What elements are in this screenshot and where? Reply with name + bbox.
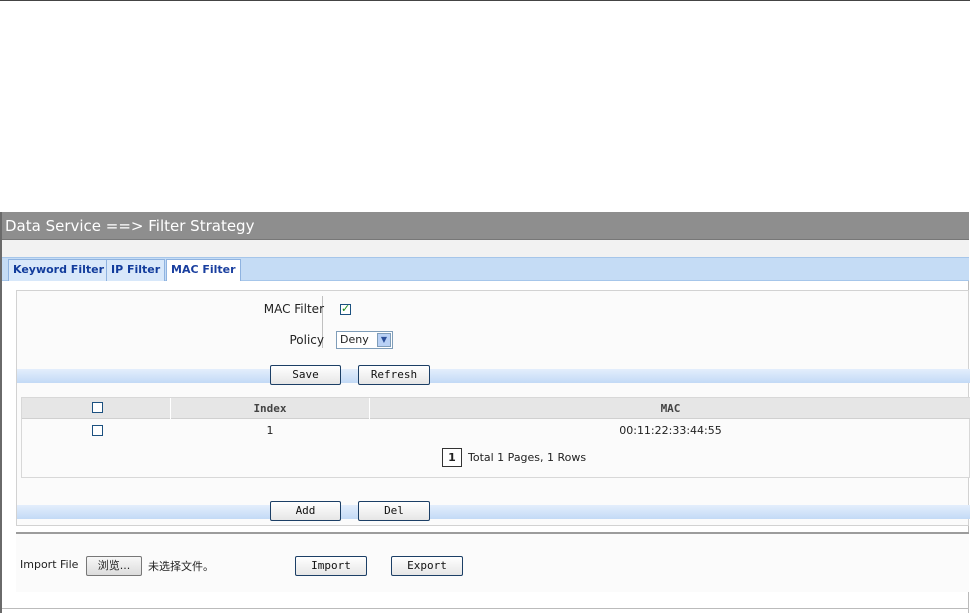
pager-summary: Total 1 Pages, 1 Rows xyxy=(468,451,587,464)
refresh-button[interactable]: Refresh xyxy=(358,365,430,385)
export-button[interactable]: Export xyxy=(391,556,463,576)
row-checkbox[interactable] xyxy=(92,425,103,436)
browse-button[interactable]: 浏览... xyxy=(86,556,142,576)
mac-filter-panel: MAC Filter Policy Deny ▼ Save Refresh In… xyxy=(16,290,970,526)
save-button[interactable]: Save xyxy=(270,365,341,385)
policy-select[interactable]: Deny ▼ xyxy=(336,331,393,349)
table-header: Index MAC xyxy=(22,398,970,419)
column-header-mac[interactable]: MAC xyxy=(370,398,970,419)
mac-filter-label: MAC Filter xyxy=(263,302,324,316)
mac-filter-checkbox[interactable] xyxy=(340,302,351,315)
import-button[interactable]: Import xyxy=(295,556,367,576)
pager-current-page[interactable]: 1 xyxy=(442,448,462,467)
mac-table: Index MAC 1 00:11:22:33:44:55 1 Total 1 … xyxy=(21,397,970,478)
page-title: Data Service ==> Filter Strategy xyxy=(2,212,969,240)
select-all-checkbox[interactable] xyxy=(92,402,103,413)
import-area: Import File 浏览... 未选择文件。 Import Export xyxy=(16,532,969,592)
del-button[interactable]: Del xyxy=(358,501,430,521)
file-status: 未选择文件。 xyxy=(148,560,214,573)
policy-row: Policy Deny ▼ xyxy=(17,326,970,354)
tab-ip-filter[interactable]: IP Filter xyxy=(106,259,166,281)
chevron-down-icon[interactable]: ▼ xyxy=(377,333,391,347)
bottom-rule xyxy=(2,608,969,609)
add-band xyxy=(17,505,970,519)
row-index: 1 xyxy=(266,424,274,437)
import-file-label: Import File xyxy=(20,558,79,571)
policy-label: Policy xyxy=(289,333,324,347)
save-band xyxy=(17,369,970,383)
policy-select-value: Deny xyxy=(340,333,369,346)
add-button[interactable]: Add xyxy=(270,501,341,521)
mac-filter-row: MAC Filter xyxy=(17,295,970,323)
tab-bar: Keyword Filter IP Filter MAC Filter xyxy=(2,257,969,281)
row-mac: 00:11:22:33:44:55 xyxy=(619,424,722,437)
tab-mac-filter[interactable]: MAC Filter xyxy=(166,259,241,281)
top-rule xyxy=(0,0,970,1)
filter-strategy-frame: Data Service ==> Filter Strategy Keyword… xyxy=(0,212,970,613)
column-header-index[interactable]: Index xyxy=(171,398,369,419)
tab-keyword-filter[interactable]: Keyword Filter xyxy=(8,259,110,281)
